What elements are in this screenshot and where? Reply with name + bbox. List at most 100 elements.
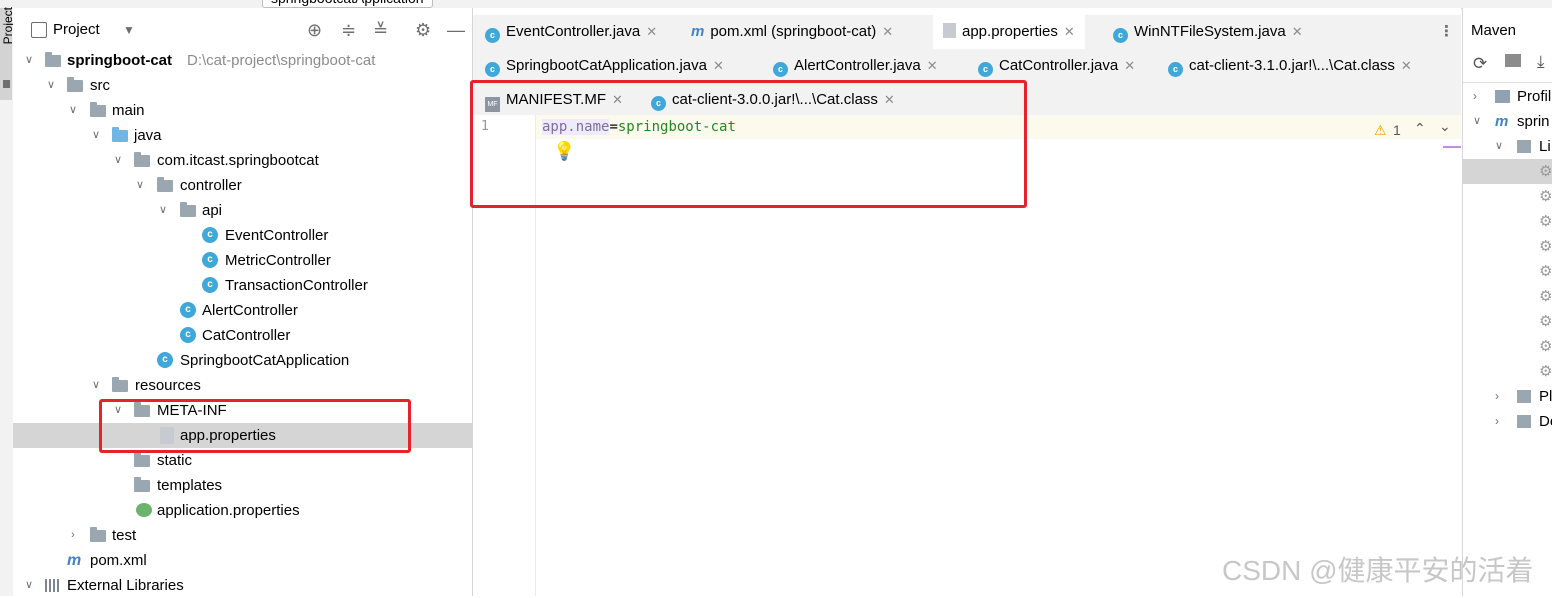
highlight-box bbox=[470, 80, 1027, 208]
tree-node-springboot-cat[interactable]: ∨ springboot-cat D:\cat-project\springbo… bbox=[13, 48, 472, 73]
tree-node-test[interactable]: › test bbox=[13, 523, 472, 548]
close-icon[interactable]: ✕ bbox=[1292, 24, 1303, 39]
chevron-down-icon[interactable]: ∨ bbox=[134, 173, 146, 198]
maven-item-profiles[interactable]: › Profil bbox=[1463, 84, 1552, 109]
tab-alertcontroller[interactable]: c AlertController.java ✕ bbox=[773, 49, 938, 83]
tree-node-templates[interactable]: templates bbox=[13, 473, 472, 498]
chevron-down-icon[interactable]: ∨ bbox=[23, 573, 35, 598]
maven-lifecycle-goal[interactable]: ⚙ bbox=[1463, 259, 1552, 284]
module-folder-icon bbox=[45, 52, 61, 67]
chevron-up-icon[interactable]: ⌃ bbox=[1414, 120, 1426, 137]
chevron-down-icon[interactable]: ⌄ bbox=[1439, 118, 1451, 135]
maven-item-lifecycle[interactable]: ∨ Li bbox=[1463, 134, 1552, 159]
chevron-down-icon[interactable]: ▼ bbox=[123, 16, 135, 44]
collapse-all-icon[interactable]: ≚ bbox=[373, 16, 388, 44]
tree-node-main[interactable]: ∨ main bbox=[13, 98, 472, 123]
chevron-down-icon[interactable]: ∨ bbox=[45, 73, 57, 98]
tree-node-java[interactable]: ∨ java bbox=[13, 123, 472, 148]
add-maven-project-icon[interactable] bbox=[1505, 54, 1521, 67]
dependencies-folder-icon bbox=[1517, 415, 1531, 428]
tree-node-alertcontroller[interactable]: c AlertController bbox=[13, 298, 472, 323]
maven-lifecycle-goal[interactable]: ⚙ bbox=[1463, 159, 1552, 184]
tree-node-metriccontroller[interactable]: c MetricController bbox=[13, 248, 472, 273]
maven-lifecycle-goal[interactable]: ⚙ bbox=[1463, 359, 1552, 384]
expand-all-icon[interactable]: ≑ bbox=[341, 16, 356, 44]
download-icon[interactable]: ⤓ bbox=[1537, 52, 1545, 72]
maven-lifecycle-goal[interactable]: ⚙ bbox=[1463, 284, 1552, 309]
left-tool-stripe: Project bbox=[0, 7, 15, 596]
chevron-down-icon[interactable]: ∨ bbox=[1495, 134, 1503, 159]
close-icon[interactable]: ✕ bbox=[713, 58, 724, 73]
tab-catcontroller[interactable]: c CatController.java ✕ bbox=[978, 49, 1135, 83]
maven-item-plugins[interactable]: › Pl bbox=[1463, 384, 1552, 409]
tree-node-resources[interactable]: ∨ resources bbox=[13, 373, 472, 398]
gear-icon[interactable]: ⚙ bbox=[415, 16, 431, 44]
tree-label: templates bbox=[157, 477, 223, 494]
chevron-right-icon[interactable]: › bbox=[1495, 409, 1499, 434]
tree-node-eventcontroller[interactable]: c EventController bbox=[13, 223, 472, 248]
tab-pom-xml[interactable]: m pom.xml (springboot-cat) ✕ bbox=[691, 15, 893, 49]
tab-winntfilesystem[interactable]: c WinNTFileSystem.java ✕ bbox=[1113, 15, 1303, 49]
lifecycle-folder-icon bbox=[1517, 140, 1531, 153]
gear-icon: ⚙ bbox=[1539, 163, 1552, 180]
profiles-icon bbox=[1495, 90, 1510, 103]
tree-node-pom-xml[interactable]: m pom.xml bbox=[13, 548, 472, 573]
warning-count: 1 bbox=[1393, 122, 1401, 138]
chevron-down-icon[interactable]: ∨ bbox=[90, 373, 102, 398]
editor-area: c EventController.java ✕ m pom.xml (springb… bbox=[470, 8, 1461, 596]
chevron-right-icon[interactable]: › bbox=[1473, 84, 1477, 109]
tree-node-transactioncontroller[interactable]: c TransactionController bbox=[13, 273, 472, 298]
tree-node-external-libraries[interactable]: ∨ External Libraries bbox=[13, 573, 472, 598]
project-view-title[interactable]: Project bbox=[53, 16, 100, 44]
close-icon[interactable]: ✕ bbox=[646, 24, 657, 39]
project-tool-window-button[interactable]: Project bbox=[0, 7, 15, 100]
reload-icon[interactable]: ⟳ bbox=[1473, 54, 1487, 74]
maven-lifecycle-goal[interactable]: ⚙ bbox=[1463, 209, 1552, 234]
locate-icon[interactable]: ⊕ bbox=[307, 16, 322, 44]
close-icon[interactable]: ✕ bbox=[1124, 58, 1135, 73]
tree-node-src[interactable]: ∨ src bbox=[13, 73, 472, 98]
tree-node-catcontroller[interactable]: c CatController bbox=[13, 323, 472, 348]
chevron-right-icon[interactable]: › bbox=[1495, 384, 1499, 409]
maven-lifecycle-goal[interactable]: ⚙ bbox=[1463, 334, 1552, 359]
maven-item-project[interactable]: ∨ m sprin bbox=[1463, 109, 1552, 134]
chevron-right-icon[interactable]: › bbox=[67, 523, 79, 548]
close-icon[interactable]: ✕ bbox=[927, 58, 938, 73]
gear-icon: ⚙ bbox=[1539, 238, 1552, 255]
chevron-down-icon[interactable]: ∨ bbox=[112, 148, 124, 173]
tree-label: com.itcast.springbootcat bbox=[157, 152, 319, 169]
chevron-down-icon[interactable]: ∨ bbox=[23, 48, 35, 73]
close-icon[interactable]: ✕ bbox=[882, 24, 893, 39]
tree-node-springbootcatapplication[interactable]: c SpringbootCatApplication bbox=[13, 348, 472, 373]
class-icon: c bbox=[485, 28, 500, 43]
tree-node-controller[interactable]: ∨ controller bbox=[13, 173, 472, 198]
more-tabs-icon[interactable]: ⋮ bbox=[1439, 15, 1454, 49]
chevron-down-icon[interactable]: ∨ bbox=[1473, 109, 1481, 134]
gear-icon: ⚙ bbox=[1539, 263, 1552, 280]
tree-node-package[interactable]: ∨ com.itcast.springbootcat bbox=[13, 148, 472, 173]
maven-item-dependencies[interactable]: › De bbox=[1463, 409, 1552, 434]
tab-app-properties[interactable]: app.properties ✕ bbox=[933, 15, 1085, 52]
class-icon: c bbox=[773, 62, 788, 77]
maven-lifecycle-goal[interactable]: ⚙ bbox=[1463, 309, 1552, 334]
tree-label: application.properties bbox=[157, 502, 300, 519]
maven-lifecycle-goal[interactable]: ⚙ bbox=[1463, 184, 1552, 209]
tree-node-api[interactable]: ∨ api bbox=[13, 198, 472, 223]
hide-icon[interactable]: — bbox=[447, 16, 465, 44]
maven-lifecycle-goal[interactable]: ⚙ bbox=[1463, 234, 1552, 259]
project-tool-icon bbox=[3, 80, 10, 88]
plugins-folder-icon bbox=[1517, 390, 1531, 403]
close-icon[interactable]: ✕ bbox=[1401, 58, 1412, 73]
tab-cat-client-310[interactable]: c cat-client-3.1.0.jar!\...\Cat.class ✕ bbox=[1168, 49, 1412, 83]
tab-eventcontroller[interactable]: c EventController.java ✕ bbox=[485, 15, 657, 49]
run-configuration-selector[interactable]: springbootcatApplication bbox=[262, 0, 433, 8]
close-icon[interactable]: ✕ bbox=[1064, 24, 1075, 39]
tree-label: pom.xml bbox=[90, 552, 147, 569]
gear-icon: ⚙ bbox=[1539, 288, 1552, 305]
chevron-down-icon[interactable]: ∨ bbox=[67, 98, 79, 123]
tree-node-application-properties[interactable]: application.properties bbox=[13, 498, 472, 523]
tab-springbootcatapplication[interactable]: c SpringbootCatApplication.java ✕ bbox=[485, 49, 724, 83]
chevron-down-icon[interactable]: ∨ bbox=[157, 198, 169, 223]
chevron-down-icon[interactable]: ∨ bbox=[90, 123, 102, 148]
warning-icon[interactable]: ⚠ bbox=[1374, 122, 1387, 139]
